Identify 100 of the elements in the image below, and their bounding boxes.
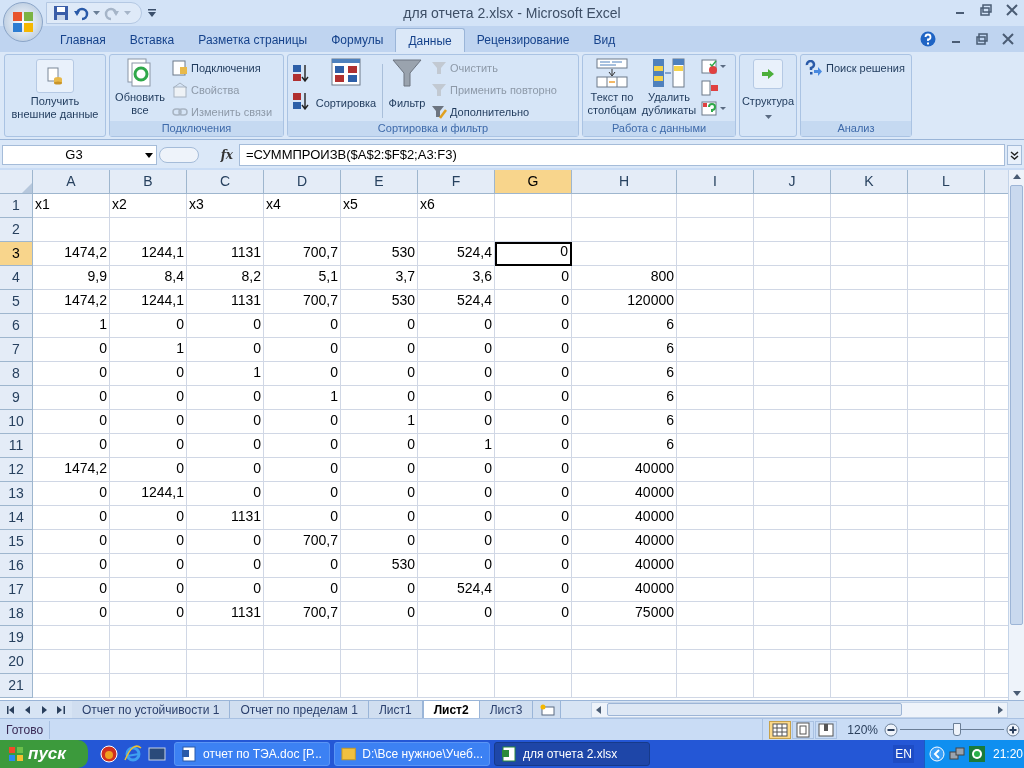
table-cell[interactable]: [908, 482, 985, 506]
table-cell[interactable]: [677, 218, 754, 242]
table-cell[interactable]: [908, 386, 985, 410]
what-if-analysis-icon[interactable]: [701, 101, 727, 117]
table-cell[interactable]: [572, 674, 677, 698]
table-cell[interactable]: 0: [495, 338, 572, 362]
table-cell[interactable]: 1: [341, 410, 418, 434]
insert-sheet-tab[interactable]: [533, 700, 562, 719]
table-cell[interactable]: [572, 194, 677, 218]
table-cell[interactable]: 40000: [572, 554, 677, 578]
ribbon-tab[interactable]: Данные: [395, 28, 465, 52]
scroll-thumb[interactable]: [1010, 185, 1023, 625]
table-cell[interactable]: 0: [341, 362, 418, 386]
table-cell[interactable]: 0: [187, 338, 264, 362]
horizontal-scrollbar[interactable]: [591, 701, 1008, 718]
table-cell[interactable]: [677, 314, 754, 338]
table-cell[interactable]: 40000: [572, 482, 677, 506]
table-cell[interactable]: 0: [33, 338, 110, 362]
row-header[interactable]: 12: [0, 458, 33, 482]
table-cell[interactable]: 700,7: [264, 290, 341, 314]
table-cell[interactable]: [831, 290, 908, 314]
table-cell[interactable]: 8,2: [187, 266, 264, 290]
table-cell[interactable]: 0: [418, 482, 495, 506]
table-cell[interactable]: [341, 674, 418, 698]
table-cell[interactable]: [908, 434, 985, 458]
table-cell[interactable]: [264, 650, 341, 674]
table-cell[interactable]: [677, 386, 754, 410]
table-cell[interactable]: [831, 602, 908, 626]
table-cell[interactable]: 0: [110, 314, 187, 338]
table-cell[interactable]: [677, 674, 754, 698]
taskbar-button[interactable]: для отчета 2.xlsx: [494, 742, 650, 766]
ribbon-tab[interactable]: Рецензирование: [464, 28, 582, 52]
table-cell[interactable]: 6: [572, 362, 677, 386]
sheet-tab[interactable]: Отчет по пределам 1: [230, 700, 369, 719]
table-cell[interactable]: 0: [495, 458, 572, 482]
table-cell[interactable]: 530: [341, 290, 418, 314]
table-cell[interactable]: 1: [33, 314, 110, 338]
table-cell[interactable]: [908, 602, 985, 626]
table-cell[interactable]: [33, 650, 110, 674]
table-cell[interactable]: 6: [572, 410, 677, 434]
table-cell[interactable]: 0: [110, 530, 187, 554]
taskbar-button[interactable]: отчет по ТЭА.doc [Р...: [174, 742, 330, 766]
internet-explorer-icon[interactable]: [124, 745, 142, 763]
table-cell[interactable]: [908, 218, 985, 242]
table-cell[interactable]: 0: [187, 530, 264, 554]
table-cell[interactable]: [754, 458, 831, 482]
table-cell[interactable]: 0: [110, 458, 187, 482]
table-cell[interactable]: [110, 626, 187, 650]
column-header[interactable]: [985, 170, 1008, 194]
network-icon[interactable]: [949, 746, 965, 762]
table-cell[interactable]: [754, 266, 831, 290]
table-cell[interactable]: 0: [495, 482, 572, 506]
restore-icon[interactable]: [976, 33, 988, 45]
table-cell[interactable]: 0: [418, 386, 495, 410]
table-cell[interactable]: [264, 674, 341, 698]
table-cell[interactable]: 0: [110, 410, 187, 434]
table-cell[interactable]: 0: [495, 578, 572, 602]
ribbon-tab[interactable]: Формулы: [319, 28, 396, 52]
table-cell[interactable]: [831, 626, 908, 650]
table-cell[interactable]: 0: [418, 602, 495, 626]
get-external-data-button[interactable]: Получить внешние данные: [5, 55, 105, 125]
table-cell[interactable]: 0: [418, 530, 495, 554]
table-cell[interactable]: [677, 338, 754, 362]
table-cell[interactable]: 0: [495, 506, 572, 530]
table-cell[interactable]: [418, 674, 495, 698]
table-cell[interactable]: [831, 506, 908, 530]
table-cell[interactable]: [677, 362, 754, 386]
undo-icon[interactable]: [73, 5, 89, 21]
start-button[interactable]: пуск: [0, 740, 88, 768]
table-cell[interactable]: [677, 290, 754, 314]
column-header[interactable]: A: [33, 170, 110, 194]
table-cell[interactable]: [908, 242, 985, 266]
table-cell[interactable]: [187, 218, 264, 242]
column-header[interactable]: I: [677, 170, 754, 194]
table-cell[interactable]: 0: [495, 530, 572, 554]
table-cell[interactable]: [831, 482, 908, 506]
table-cell[interactable]: 1131: [187, 506, 264, 530]
row-header[interactable]: 15: [0, 530, 33, 554]
row-header[interactable]: 13: [0, 482, 33, 506]
desktop-icon[interactable]: [148, 746, 166, 762]
table-cell[interactable]: 0: [495, 602, 572, 626]
table-cell[interactable]: 1: [418, 434, 495, 458]
table-cell[interactable]: 700,7: [264, 242, 341, 266]
sort-ascending-icon[interactable]: [292, 64, 310, 82]
table-cell[interactable]: 800: [572, 266, 677, 290]
ribbon-tab[interactable]: Вид: [581, 28, 628, 52]
table-cell[interactable]: [677, 554, 754, 578]
table-cell[interactable]: 0: [341, 314, 418, 338]
table-cell[interactable]: 0: [187, 386, 264, 410]
ribbon-tab[interactable]: Разметка страницы: [186, 28, 320, 52]
table-cell[interactable]: [754, 194, 831, 218]
table-cell[interactable]: [677, 482, 754, 506]
table-cell[interactable]: [831, 458, 908, 482]
table-cell[interactable]: 1474,2: [33, 290, 110, 314]
consolidate-icon[interactable]: [701, 80, 719, 96]
table-cell[interactable]: [677, 650, 754, 674]
table-cell[interactable]: 0: [341, 530, 418, 554]
table-cell[interactable]: [418, 650, 495, 674]
row-header[interactable]: 10: [0, 410, 33, 434]
table-cell[interactable]: [187, 650, 264, 674]
